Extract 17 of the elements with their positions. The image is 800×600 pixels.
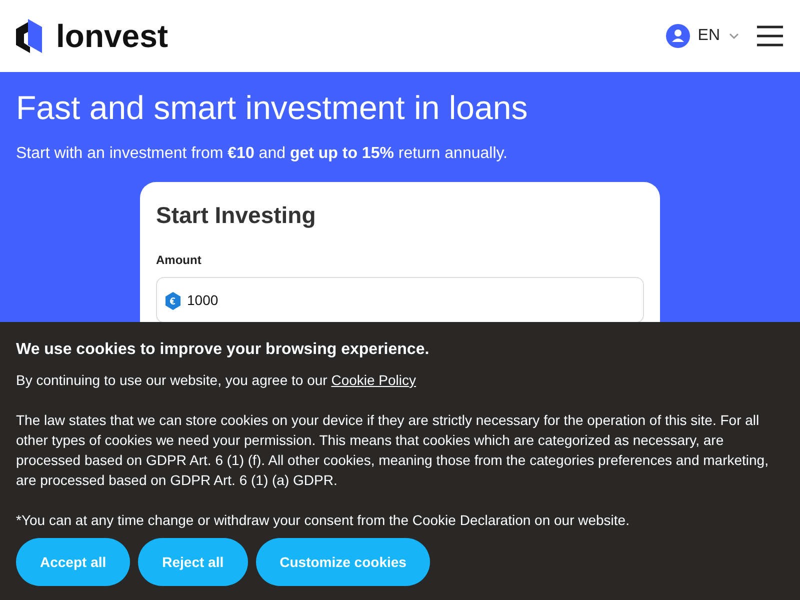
cookie-title: We use cookies to improve your browsing experience. xyxy=(16,340,430,360)
amount-field[interactable]: 1000 xyxy=(156,276,644,322)
euro-icon xyxy=(165,292,181,310)
cookie-intro: By continuing to use our website, you agree to our Cookie Policy xyxy=(16,371,418,390)
user-icon xyxy=(666,24,690,48)
cookie-paragraph: *You can at any time change or withdraw your consent from the Cookie Declaration on our website. xyxy=(16,511,630,530)
chevron-down-icon xyxy=(728,32,740,40)
hero-title: Fast and smart investment in loans xyxy=(16,88,529,128)
card-title: Start Investing xyxy=(156,201,317,230)
hero-subtitle: Start with an investment from €10 and get up to 15% return annually. xyxy=(16,144,508,164)
cookie-paragraph: The law states that we can store cookies on your device if they are strictly necessary for the operation of this site. For all other types of cookies we need your permission. This means that cookies which are categorized as necessary, are processed based on GDPR Art. 6 (1) (f). All other cookies, meaning those from the categories preferences and marketing, are processed based on GDPR Art. 6 (1) (a) GDPR. xyxy=(16,411,770,490)
language-selector[interactable]: EN xyxy=(666,24,740,48)
logo-text[interactable]: lonvest xyxy=(56,20,168,52)
cookie-policy-link[interactable]: Cookie Policy xyxy=(331,372,416,388)
amount-label: Amount xyxy=(156,252,202,268)
logo-icon xyxy=(16,19,44,53)
menu-icon[interactable] xyxy=(756,25,784,47)
